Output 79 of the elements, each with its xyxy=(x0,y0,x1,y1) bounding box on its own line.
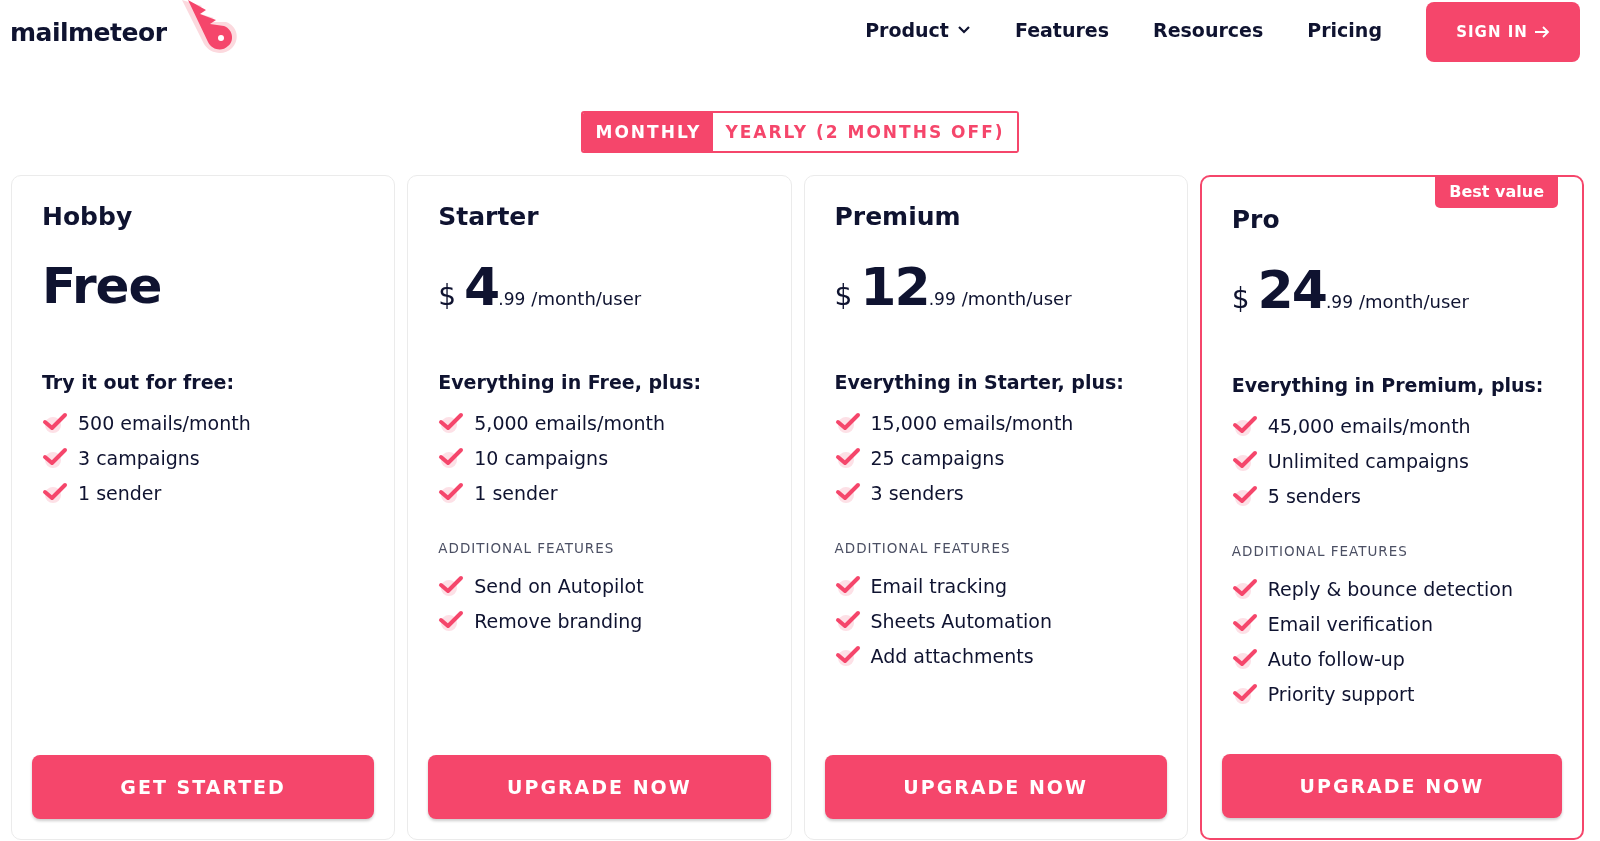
check-icon xyxy=(438,609,465,632)
logo-wordmark[interactable]: mailmeteor xyxy=(10,18,167,47)
price-amount: 4 xyxy=(464,257,499,317)
check-icon xyxy=(1231,449,1258,472)
price-amount: 24 xyxy=(1257,260,1326,320)
nav-link[interactable]: Resources xyxy=(1153,19,1264,41)
feature-text: 3 senders xyxy=(870,481,964,504)
feature-text: Add attachments xyxy=(870,644,1034,667)
currency-symbol: $ xyxy=(1231,282,1250,315)
feature-text: 25 campaigns xyxy=(870,446,1005,469)
feature-text: 1 sender xyxy=(474,481,558,504)
check-icon xyxy=(1231,682,1258,705)
additional-features-heading: ADDITIONAL FEATURES xyxy=(1231,543,1409,559)
check-icon xyxy=(1231,577,1258,600)
check-icon xyxy=(42,446,68,469)
price-amount: 12 xyxy=(860,257,929,317)
check-icon xyxy=(438,446,465,469)
nav-link[interactable]: Features xyxy=(1014,19,1110,41)
feature-text: 500 emails/month xyxy=(78,411,251,434)
check-icon xyxy=(834,644,861,667)
feature-text: 15,000 emails/month xyxy=(870,411,1074,434)
feature-text: 5 senders xyxy=(1267,484,1361,507)
plan-name: Pro xyxy=(1231,205,1281,234)
check-icon xyxy=(834,411,861,434)
feature-text: Send on Autopilot xyxy=(474,574,644,597)
plan-name: Starter xyxy=(438,202,540,231)
check-icon xyxy=(834,446,861,469)
feature-text: 10 campaigns xyxy=(474,446,609,469)
additional-features-heading: ADDITIONAL FEATURES xyxy=(438,540,616,556)
arrow-right-icon xyxy=(1533,25,1550,39)
price-period: /month/user xyxy=(531,288,642,309)
price-label: Free xyxy=(42,257,162,315)
price-cents: .99 xyxy=(928,289,956,309)
feature-text: Sheets Automation xyxy=(870,609,1053,632)
plan-intro: Try it out for free: xyxy=(42,371,236,393)
check-icon xyxy=(438,411,465,434)
plan-cta-button[interactable]: UPGRADE NOW xyxy=(824,755,1167,819)
feature-text: 5,000 emails/month xyxy=(474,411,666,434)
billing-option[interactable]: MONTHLY xyxy=(583,113,714,151)
check-icon xyxy=(438,481,465,504)
nav-link[interactable]: Pricing xyxy=(1307,19,1382,41)
currency-symbol: $ xyxy=(834,279,853,312)
plan-intro: Everything in Starter, plus: xyxy=(834,371,1125,393)
check-icon xyxy=(42,481,68,504)
plan-cta-button[interactable]: UPGRADE NOW xyxy=(428,755,771,819)
best-value-badge: Best value xyxy=(1435,177,1558,208)
plan-intro: Everything in Premium, plus: xyxy=(1231,374,1545,396)
check-icon xyxy=(42,411,68,434)
check-icon xyxy=(1231,484,1258,507)
price-cents: .99 xyxy=(498,289,526,309)
price-period: /month/user xyxy=(961,288,1072,309)
check-icon xyxy=(834,481,861,504)
plan-name: Premium xyxy=(834,202,962,231)
feature-text: Remove branding xyxy=(474,609,643,632)
feature-text: 45,000 emails/month xyxy=(1267,414,1471,437)
feature-text: Email verification xyxy=(1267,612,1433,635)
feature-text: Reply & bounce detection xyxy=(1267,577,1513,600)
feature-text: Priority support xyxy=(1267,682,1415,705)
feature-text: 3 campaigns xyxy=(78,446,200,469)
additional-features-heading: ADDITIONAL FEATURES xyxy=(834,540,1012,556)
plan-name: Hobby xyxy=(42,202,134,231)
check-icon xyxy=(438,574,465,597)
currency-symbol: $ xyxy=(438,279,457,312)
feature-text: Unlimited campaigns xyxy=(1267,449,1469,472)
plan-cta-button[interactable]: GET STARTED xyxy=(32,755,375,819)
check-icon xyxy=(834,609,861,632)
plan-intro: Everything in Free, plus: xyxy=(438,371,703,393)
feature-text: Email tracking xyxy=(870,574,1007,597)
sign-in-button[interactable]: SIGN IN xyxy=(1426,2,1580,62)
check-icon xyxy=(1231,647,1258,670)
price-cents: .99 xyxy=(1325,292,1353,312)
check-icon xyxy=(1231,414,1258,437)
price-period: /month/user xyxy=(1359,291,1469,312)
feature-text: Auto follow-up xyxy=(1267,647,1405,670)
nav-link[interactable]: Product xyxy=(865,19,971,41)
plan-cta-button[interactable]: UPGRADE NOW xyxy=(1221,754,1562,818)
check-icon xyxy=(1231,612,1258,635)
check-icon xyxy=(834,574,861,597)
feature-text: 1 sender xyxy=(78,481,162,504)
